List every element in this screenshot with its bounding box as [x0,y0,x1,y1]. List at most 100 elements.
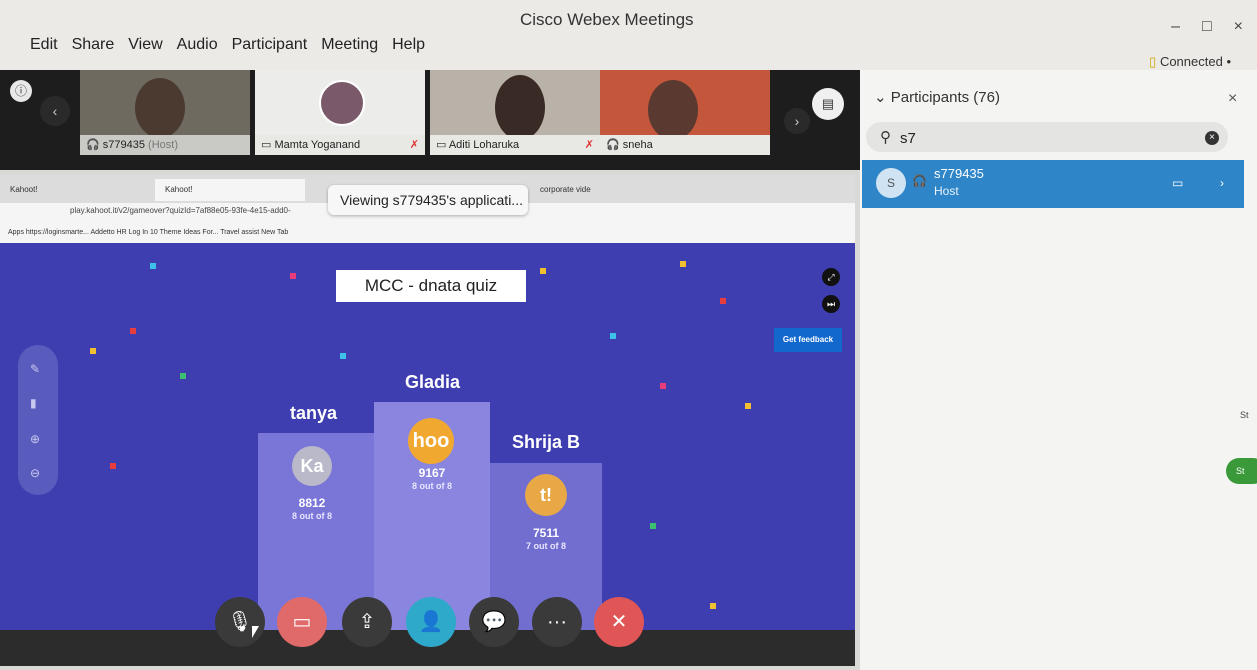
video-tile[interactable]: ▭ Mamta Yoganand ✗ [255,70,425,155]
menu-help[interactable]: Help [392,36,425,54]
quiz-title: MCC - dnata quiz [336,270,526,302]
menu-bar: Edit Share View Audio Participant Meetin… [30,36,425,54]
third-place-avatar: t! [525,474,567,516]
participants-button[interactable]: 👤 [406,597,456,647]
minimize-button[interactable]: – [1171,18,1180,36]
info-icon[interactable]: ⓘ [10,80,32,102]
tile-caption: ▭ Aditi Loharuka ✗ [430,135,600,155]
strip-next-icon[interactable]: › [784,108,810,134]
video-icon: ▭ [292,611,312,633]
first-place-correct: 8 out of 8 [412,481,452,491]
headset-icon: 🎧 [912,174,927,188]
more-button[interactable]: ··· [532,597,582,647]
computer-icon: ▭ [436,139,449,151]
skip-icon[interactable]: ⏭ [822,295,840,313]
browser-tab[interactable]: Kahoot! [0,179,150,201]
muted-icon: ✗ [584,139,594,151]
leave-icon: ✕ [610,611,628,633]
mute-button[interactable]: 🎙 [215,597,265,647]
confetti [710,603,716,609]
second-place-name: tanya [290,403,338,423]
headset-icon: 🎧 [86,139,103,151]
maximize-button[interactable]: □ [1202,18,1212,36]
first-place-score: 9167 [418,466,446,480]
zoom-in-icon[interactable]: ⊕ [30,432,40,446]
confetti [650,523,656,529]
browser-tab[interactable]: corporate vide [530,179,620,201]
participant-video [648,80,698,140]
participant-avatar [319,80,365,126]
chat-button[interactable]: 💬 [469,597,519,647]
window-title: Cisco Webex Meetings [520,10,694,29]
share-button[interactable]: ⇪ [342,597,392,647]
first-place-avatar: hoo [408,418,454,464]
third-place-score: 7511 [532,526,560,540]
close-button[interactable]: × [1234,18,1243,36]
mouse-cursor-icon [252,626,259,638]
confetti [540,268,546,274]
start-pill[interactable]: St [1226,458,1257,484]
participant-name: s779435 [934,166,984,181]
confetti [720,298,726,304]
bookmarks-text[interactable]: Apps https://loginsmarte... Addetto HR L… [8,229,288,236]
confetti [130,328,136,334]
tile-caption: 🎧 s779435 (Host) [80,135,250,155]
menu-audio[interactable]: Audio [177,36,218,54]
video-button[interactable]: ▭ [277,597,327,647]
first-place-name: Gladia [405,372,461,392]
participants-icon: 👤 [418,611,444,633]
confetti [340,353,346,359]
highlighter-icon[interactable]: ▮ [30,396,37,410]
menu-meeting[interactable]: Meeting [321,36,378,54]
chevron-down-icon: ⌄ [874,89,891,106]
leave-button[interactable]: ✕ [594,597,644,647]
video-tile[interactable]: ▭ Aditi Loharuka ✗ [430,70,600,155]
second-place-score: 8812 [298,496,326,510]
confetti [90,348,96,354]
strip-prev-icon[interactable]: ‹ [40,96,70,126]
mute-icon: 🎙 [227,611,253,633]
zoom-out-icon[interactable]: ⊖ [30,466,40,480]
layout-icon[interactable]: ▤ [812,88,844,120]
second-place-correct: 8 out of 8 [292,511,332,521]
video-camera-icon: ▭ [1172,176,1184,190]
window-controls: – □ × [1171,18,1243,36]
share-icon: ⇪ [358,611,376,633]
browser-tab[interactable]: Kahoot! [155,179,305,201]
get-feedback-button[interactable]: Get feedback [774,328,842,352]
tile-caption: ▭ Mamta Yoganand ✗ [255,135,425,155]
confetti [680,261,686,267]
video-tile[interactable]: 🎧 s779435 (Host) [80,70,250,155]
participant-role: Host [934,184,959,198]
third-place-name: Shrija B [512,432,581,452]
tile-caption: 🎧 sneha [600,135,770,155]
more-icon: ··· [547,611,567,633]
confetti [180,373,186,379]
connected-dot-icon: • [1222,54,1231,69]
viewing-banner: Viewing s779435's applicati... [328,185,528,215]
panel-title[interactable]: ⌄ Participants (76) [874,88,1000,106]
side-label: St [1240,410,1249,420]
menu-share[interactable]: Share [72,36,115,54]
clear-search-icon[interactable]: × [1205,131,1219,145]
chevron-right-icon[interactable]: › [1220,176,1224,190]
computer-icon: ▭ [261,139,275,151]
participant-video [495,75,545,140]
menu-view[interactable]: View [128,36,162,54]
pen-icon[interactable]: ✎ [30,362,40,376]
participant-video [135,78,185,138]
panel-close-icon[interactable]: × [1228,90,1237,108]
menu-edit[interactable]: Edit [30,36,58,54]
confetti [610,333,616,339]
confetti [745,403,751,409]
search-input[interactable] [898,126,1192,150]
url-text: play.kahoot.it/v2/gameover?quizId=7af88e… [70,206,291,215]
connection-icon: ▯ [1149,54,1160,69]
fullscreen-icon[interactable]: ⤢ [822,268,840,286]
menu-participant[interactable]: Participant [232,36,308,54]
video-tile[interactable]: 🎧 sneha [600,70,770,155]
confetti [110,463,116,469]
confetti [290,273,296,279]
avatar: S [876,168,906,198]
chat-icon: 💬 [481,611,507,633]
